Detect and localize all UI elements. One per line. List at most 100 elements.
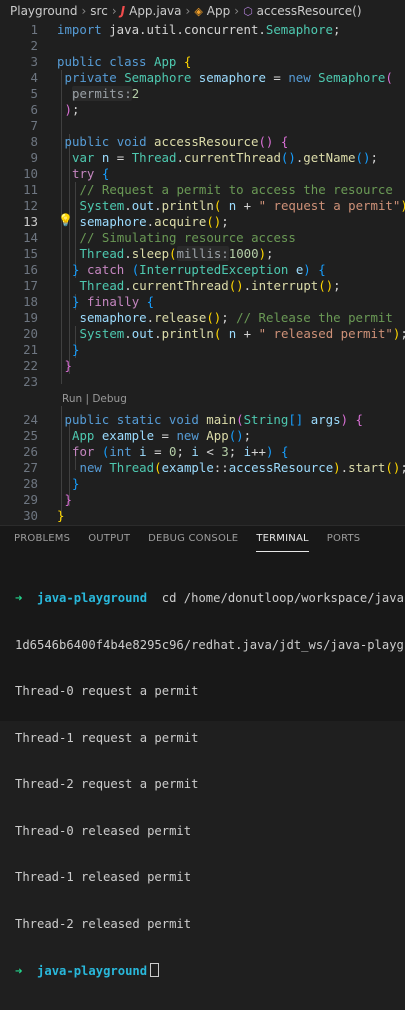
code-line[interactable]: 10try { — [0, 166, 405, 182]
breadcrumb-item-playground[interactable]: Playground — [10, 4, 77, 18]
terminal-output-line: Thread-0 request a permit — [15, 684, 405, 700]
code-line[interactable]: 18 } finally { — [0, 294, 405, 310]
tab-output[interactable]: OUTPUT — [88, 526, 130, 552]
code-token: String — [244, 412, 289, 427]
code-line[interactable]: 11// Request a permit to access the reso… — [0, 182, 405, 198]
breadcrumb-item-file[interactable]: App.java — [129, 4, 181, 18]
code-line[interactable]: 8public void accessResource() { — [0, 134, 405, 150]
code-token: // Release the permit — [236, 310, 393, 325]
line-number: 1 — [0, 22, 38, 38]
code-token: InterruptedException — [139, 262, 296, 277]
lightbulb-icon[interactable]: 💡 — [58, 213, 73, 227]
code-token: () — [281, 150, 296, 165]
code-text: } — [65, 492, 72, 508]
code-line[interactable]: 28} — [0, 476, 405, 492]
code-line[interactable]: 9var n = Thread.currentThread().getName(… — [0, 150, 405, 166]
code-line[interactable]: 7 — [0, 118, 405, 134]
code-line[interactable]: 17Thread.currentThread().interrupt(); — [0, 278, 405, 294]
code-line[interactable]: 4private Semaphore semaphore = new Semap… — [0, 70, 405, 86]
code-token: interrupt — [251, 278, 318, 293]
code-token: ) — [400, 198, 405, 213]
code-token: release — [154, 310, 206, 325]
code-token: . — [124, 326, 131, 341]
code-line[interactable]: 27new Thread(example::accessResource).st… — [0, 460, 405, 476]
code-text: // Request a permit to access the resour… — [80, 182, 393, 198]
code-token: public void — [65, 134, 155, 149]
line-number: 15 — [0, 246, 38, 262]
code-editor[interactable]: 1import java.util.concurrent.Semaphore;2… — [0, 20, 405, 525]
code-token — [303, 412, 310, 427]
tab-debug-console[interactable]: DEBUG CONSOLE — [148, 526, 238, 552]
code-line[interactable]: 29} — [0, 492, 405, 508]
code-line[interactable]: 24public static void main(String[] args)… — [0, 412, 405, 428]
code-token: ( — [154, 460, 161, 475]
code-text: for (int i = 0; i < 3; i++) { — [72, 444, 288, 460]
chevron-right-icon: › — [112, 4, 117, 18]
code-token: ) — [259, 246, 266, 261]
code-token: accessResource — [154, 134, 258, 149]
code-token: App — [72, 428, 102, 443]
line-number: 13 — [0, 214, 38, 230]
code-token — [221, 198, 228, 213]
code-token: { — [147, 294, 154, 309]
code-token: } — [72, 476, 79, 491]
code-token: ( — [169, 246, 176, 261]
code-line[interactable]: 1 import java.util.concurrent.Semaphore; — [0, 22, 405, 38]
code-token: App — [154, 54, 184, 69]
code-token: n — [229, 326, 244, 341]
line-number: 10 — [0, 166, 38, 182]
tab-terminal[interactable]: TERMINAL — [256, 526, 308, 552]
code-line[interactable]: 2 — [0, 38, 405, 54]
code-token: . — [124, 278, 131, 293]
code-line[interactable]: 16} catch (InterruptedException e) { — [0, 262, 405, 278]
code-token: public class — [57, 54, 154, 69]
code-line[interactable]: 26for (int i = 0; i < 3; i++) { — [0, 444, 405, 460]
code-line[interactable]: 23 — [0, 374, 405, 390]
code-text: import java.util.concurrent.Semaphore; — [57, 22, 340, 38]
chevron-right-icon: › — [81, 4, 86, 18]
terminal-prompt-line: ➜ java-playground — [15, 963, 405, 979]
line-number: 22 — [0, 358, 38, 374]
code-line[interactable]: 19semaphore.release(); // Release the pe… — [0, 310, 405, 326]
tab-problems[interactable]: PROBLEMS — [14, 526, 70, 552]
code-token: ) — [341, 412, 348, 427]
code-line[interactable]: 20System.out.println( n + " released per… — [0, 326, 405, 342]
code-text: } finally { — [72, 294, 154, 310]
breadcrumb-item-class[interactable]: App — [207, 4, 230, 18]
code-token: semaphore — [199, 70, 274, 85]
code-token: Semaphore — [318, 70, 385, 85]
code-line[interactable]: 15Thread.sleep(millis:1000); — [0, 246, 405, 262]
code-text: // Simulating resource access — [80, 230, 296, 246]
line-number: 30 — [0, 508, 38, 524]
code-line[interactable]: 6); — [0, 102, 405, 118]
line-number: 18 — [0, 294, 38, 310]
terminal[interactable]: ➜ java-playground cd /home/donutloop/wor… — [15, 560, 405, 1010]
breadcrumb-item-method[interactable]: accessResource() — [257, 4, 362, 18]
code-line[interactable]: 21} — [0, 342, 405, 358]
terminal-command: cd /home/donutloop/workspace/java-pl — [162, 591, 405, 605]
breadcrumb-item-src[interactable]: src — [90, 4, 108, 18]
code-text: public void accessResource() { — [65, 134, 289, 150]
code-line[interactable]: 30} — [0, 508, 405, 524]
chevron-right-icon: › — [186, 4, 191, 18]
codelens-run-debug[interactable]: Run | Debug — [62, 392, 127, 406]
code-line[interactable]: 3public class App { — [0, 54, 405, 70]
code-line[interactable]: 14// Simulating resource access — [0, 230, 405, 246]
code-line[interactable]: 22} — [0, 358, 405, 374]
java-file-icon: J — [121, 4, 125, 18]
code-token: accessResource — [229, 460, 333, 475]
code-line[interactable]: 25App example = new App(); — [0, 428, 405, 444]
code-token: ; — [400, 460, 405, 475]
code-token: out — [132, 326, 154, 341]
code-token — [273, 444, 280, 459]
code-line[interactable]: 12System.out.println( n + " request a pe… — [0, 198, 405, 214]
code-token: () — [356, 150, 371, 165]
code-token: ; — [72, 102, 79, 117]
code-token: 2 — [132, 86, 139, 101]
tab-ports[interactable]: PORTS — [327, 526, 361, 552]
code-token: var — [72, 150, 102, 165]
code-line[interactable]: 5permits:2 — [0, 86, 405, 102]
code-token: ; — [221, 310, 236, 325]
line-number: 7 — [0, 118, 38, 134]
code-token: sleep — [132, 246, 169, 261]
